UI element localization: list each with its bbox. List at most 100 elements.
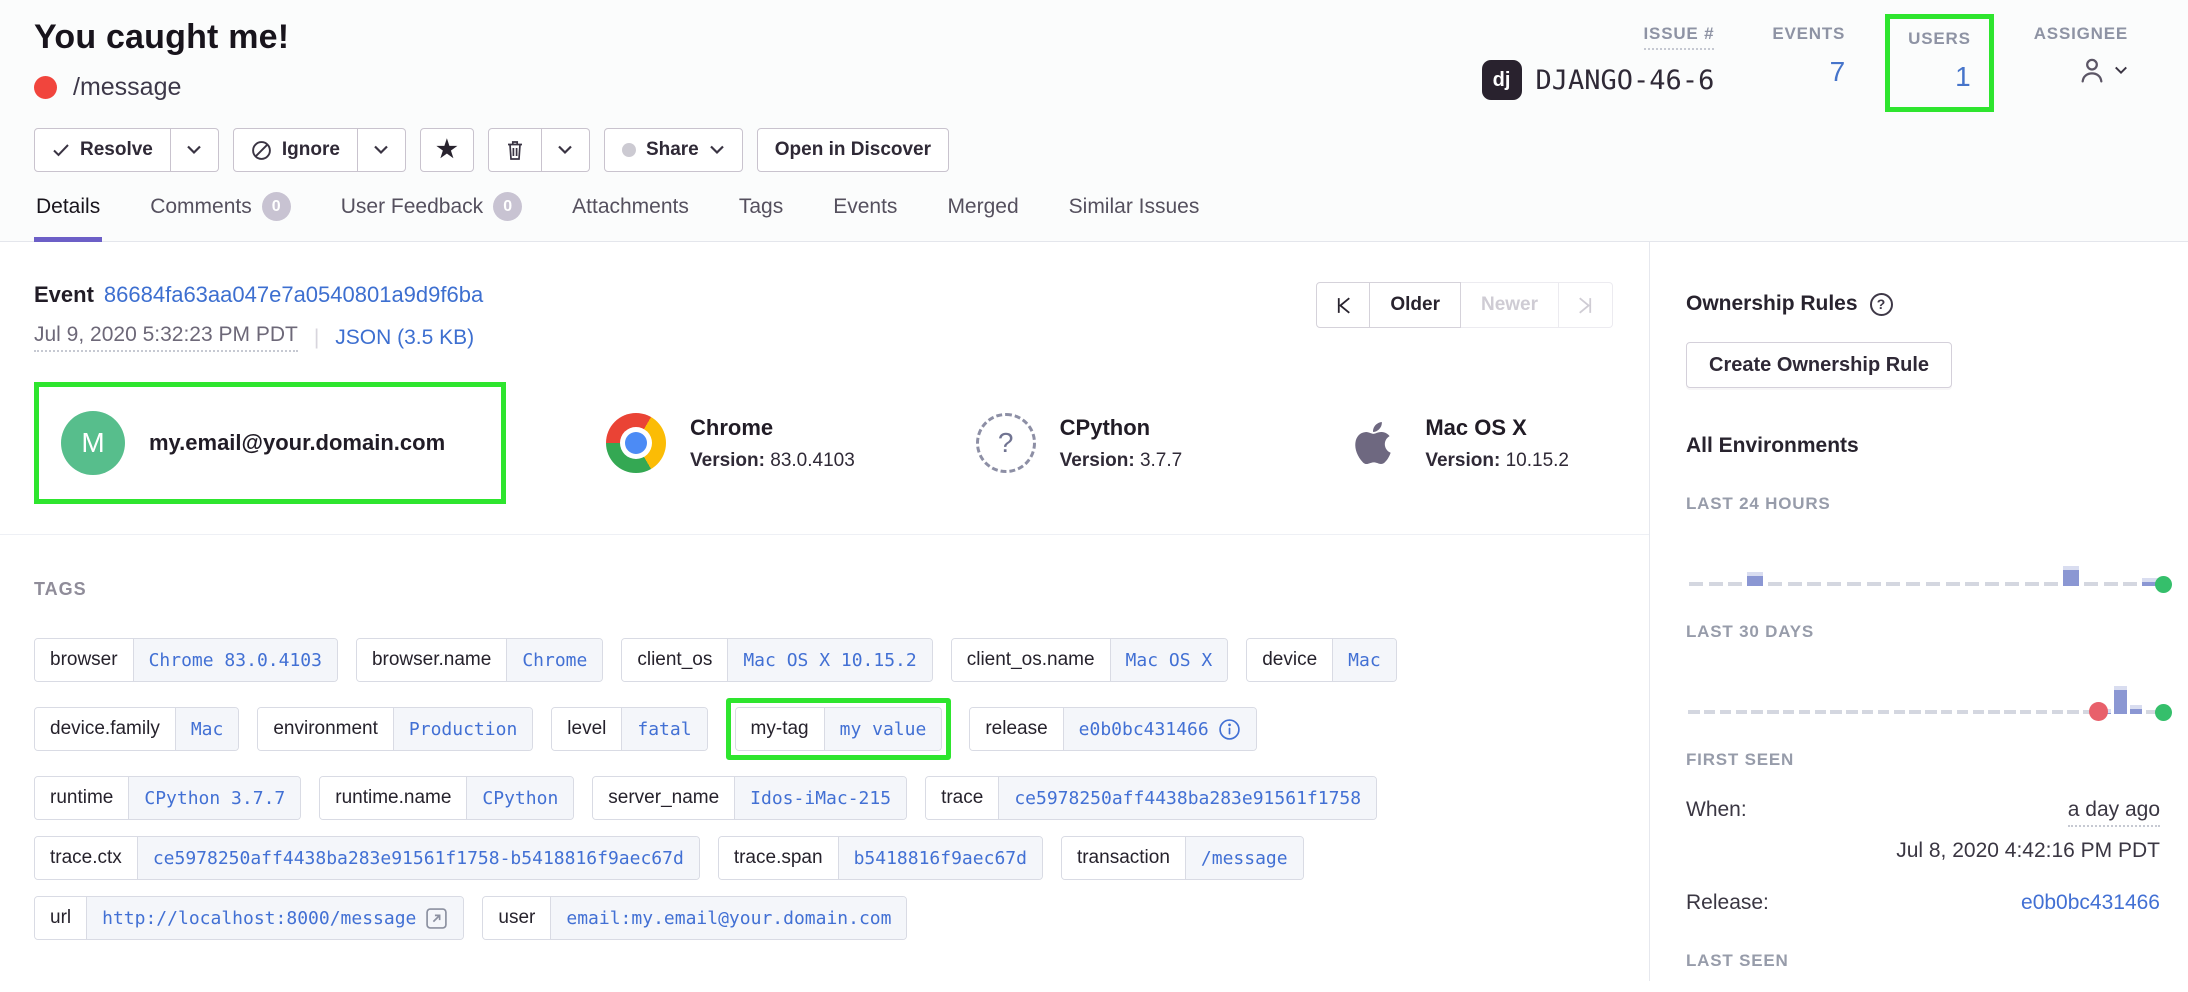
tag-value[interactable]: /message <box>1185 837 1303 879</box>
chart-baseline-dash <box>1909 710 1920 714</box>
resolve-button[interactable]: Resolve <box>34 128 171 172</box>
event-label: Event <box>34 282 94 307</box>
tab-attachments[interactable]: Attachments <box>570 172 691 242</box>
chart-baseline-dash <box>1736 710 1747 714</box>
chart-slot <box>1765 710 1781 714</box>
chart-slot <box>2113 686 2129 714</box>
tab-comments[interactable]: Comments0 <box>148 172 293 242</box>
tab-user-feedback[interactable]: User Feedback0 <box>339 172 524 242</box>
skip-to-first-icon <box>1333 295 1354 316</box>
tag-key[interactable]: browser.name <box>357 639 506 681</box>
version-label: Version: <box>690 450 765 471</box>
chart-baseline-dash <box>1985 582 1999 586</box>
first-seen-release-link[interactable]: e0b0bc431466 <box>2021 891 2160 915</box>
tag-pill-device.family: device.familyMac <box>34 707 239 751</box>
tag-key[interactable]: device <box>1247 639 1332 681</box>
chart-slot <box>1986 710 2002 714</box>
tag-value[interactable]: Mac OS X 10.15.2 <box>727 639 931 681</box>
help-icon[interactable]: ? <box>1870 293 1893 316</box>
resolve-dropdown-button[interactable] <box>171 128 219 172</box>
tag-key[interactable]: environment <box>258 708 393 750</box>
bookmark-button[interactable]: ★ <box>420 128 474 172</box>
tab-similar-issues[interactable]: Similar Issues <box>1067 172 1202 242</box>
tag-key[interactable]: level <box>552 708 621 750</box>
create-ownership-rule-button[interactable]: Create Ownership Rule <box>1686 342 1952 388</box>
chart-slot <box>1686 710 1702 714</box>
external-link-icon[interactable] <box>425 907 448 930</box>
tag-value[interactable]: email:my.email@your.domain.com <box>550 897 906 939</box>
tab-tags[interactable]: Tags <box>737 172 785 242</box>
ignore-button[interactable]: Ignore <box>233 128 358 172</box>
older-event-button[interactable]: Older <box>1370 282 1461 328</box>
delete-dropdown-button[interactable] <box>542 128 590 172</box>
event-id-link[interactable]: 86684fa63aa047e7a0540801a9d9f6ba <box>104 282 483 307</box>
ignore-dropdown-button[interactable] <box>358 128 406 172</box>
tag-value[interactable]: http://localhost:8000/message <box>86 897 463 939</box>
tag-value[interactable]: ce5978250aff4438ba283e91561f1758-b541881… <box>137 837 699 879</box>
tab-details[interactable]: Details <box>34 172 102 242</box>
tag-value-text: CPython <box>482 788 558 809</box>
tag-key[interactable]: url <box>35 897 86 939</box>
tag-key[interactable]: release <box>970 708 1062 750</box>
apple-icon <box>1345 412 1401 474</box>
tag-value[interactable]: CPython 3.7.7 <box>128 777 300 819</box>
tag-value[interactable]: e0b0bc431466 <box>1063 708 1256 750</box>
tab-merged[interactable]: Merged <box>945 172 1020 242</box>
tag-value[interactable]: Mac <box>175 708 239 750</box>
info-icon[interactable] <box>1218 718 1241 741</box>
tag-value[interactable]: my value <box>824 708 942 750</box>
json-download-link[interactable]: JSON (3.5 KB) <box>335 326 474 350</box>
oldest-event-button[interactable] <box>1316 282 1370 328</box>
open-in-discover-button[interactable]: Open in Discover <box>757 128 949 172</box>
share-button[interactable]: Share <box>604 128 743 172</box>
tag-value[interactable]: Chrome 83.0.4103 <box>133 639 337 681</box>
chart-baseline-dash <box>1704 710 1715 714</box>
tag-value[interactable]: b5418816f9aec67d <box>838 837 1042 879</box>
version-label: Version: <box>1425 450 1500 471</box>
chart-slot <box>1982 582 2002 586</box>
tag-value[interactable]: Idos-iMac-215 <box>734 777 906 819</box>
tag-key[interactable]: runtime.name <box>320 777 466 819</box>
tag-value-text: e0b0bc431466 <box>1079 719 1209 740</box>
tag-value[interactable]: ce5978250aff4438ba283e91561f1758 <box>998 777 1376 819</box>
chart-baseline-dash <box>1988 710 1999 714</box>
tag-key[interactable]: my-tag <box>736 708 824 750</box>
tag-value[interactable]: Mac OS X <box>1110 639 1228 681</box>
tag-key[interactable]: trace <box>926 777 998 819</box>
chart-slot <box>1923 710 1939 714</box>
chart-baseline-dash <box>2104 582 2118 586</box>
users-count[interactable]: 1 <box>1908 61 1971 93</box>
tag-key[interactable]: client_os.name <box>952 639 1110 681</box>
delete-button[interactable] <box>488 128 542 172</box>
tag-key[interactable]: runtime <box>35 777 128 819</box>
tag-value[interactable]: Production <box>393 708 532 750</box>
tag-key[interactable]: user <box>483 897 550 939</box>
last-30-days-chart[interactable] <box>1686 668 2160 714</box>
last-24-hours-chart[interactable] <box>1686 540 2160 586</box>
assignee-selector[interactable] <box>2034 54 2128 86</box>
skip-to-latest-button[interactable] <box>1559 282 1613 328</box>
tag-pill-level: levelfatal <box>551 707 707 751</box>
chart-slot <box>2002 710 2018 714</box>
tag-pill-trace.span: trace.spanb5418816f9aec67d <box>718 836 1043 880</box>
tag-row: trace.ctxce5978250aff4438ba283e91561f175… <box>34 836 1615 880</box>
tag-key[interactable]: server_name <box>593 777 734 819</box>
tag-key[interactable]: transaction <box>1062 837 1185 879</box>
tag-value[interactable]: Chrome <box>506 639 602 681</box>
tags-section: TAGS browserChrome 83.0.4103browser.name… <box>0 535 1649 940</box>
tag-value[interactable]: CPython <box>466 777 573 819</box>
tag-key[interactable]: browser <box>35 639 133 681</box>
newer-event-button[interactable]: Newer <box>1461 282 1559 328</box>
events-count[interactable]: 7 <box>1772 56 1845 88</box>
highlighted-tag-annotation: my-tagmy value <box>726 698 952 760</box>
tag-key[interactable]: trace.span <box>719 837 838 879</box>
tag-key[interactable]: device.family <box>35 708 175 750</box>
chart-slot <box>1785 582 1805 586</box>
tab-events[interactable]: Events <box>831 172 899 242</box>
tag-value[interactable]: fatal <box>621 708 706 750</box>
tag-value[interactable]: Mac <box>1332 639 1396 681</box>
tag-key[interactable]: trace.ctx <box>35 837 137 879</box>
tag-key[interactable]: client_os <box>622 639 727 681</box>
tab-label: Attachments <box>572 195 689 219</box>
tag-value-text: CPython 3.7.7 <box>144 788 285 809</box>
